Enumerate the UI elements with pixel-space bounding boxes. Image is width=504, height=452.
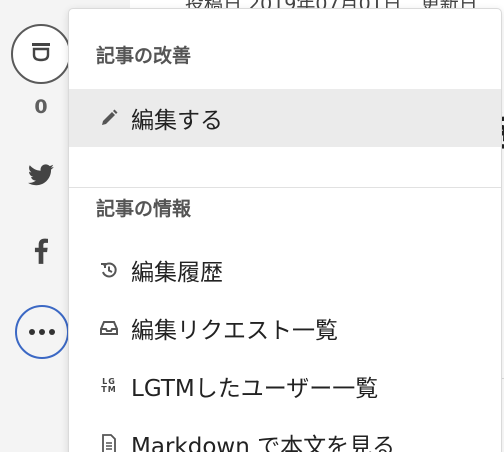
menu-item-label: 編集履歴 [131, 260, 223, 286]
menu-item-edit-requests[interactable]: 編集リクエスト一覧 [69, 299, 501, 357]
twitter-share-button[interactable] [26, 163, 56, 193]
more-icon-dot [29, 329, 35, 335]
menu-item-edit[interactable]: 編集する [69, 89, 501, 147]
facebook-icon [34, 238, 48, 268]
facebook-share-button[interactable] [26, 238, 56, 268]
stock-button[interactable] [11, 24, 71, 84]
menu-item-edit-history[interactable]: 編集履歴 [69, 241, 501, 299]
menu-item-label: LGTMしたユーザー一覧 [131, 376, 379, 402]
menu-item-label: 編集する [131, 108, 223, 134]
menu-item-label: 編集リクエスト一覧 [131, 318, 338, 344]
menu-item-lgtm-users[interactable]: LG TM LGTMしたユーザー一覧 [69, 357, 501, 415]
stock-icon [30, 41, 52, 67]
more-icon-dot [39, 329, 45, 335]
menu-item-label: Markdown で本文を見る [131, 434, 396, 452]
lgtm-icon: LG TM [101, 377, 117, 394]
article-actions-menu: 記事の改善 編集する 記事の情報 編集履歴 編集リクエスト一覧 LG TM LG… [68, 8, 502, 452]
twitter-icon [27, 164, 55, 192]
menu-divider [69, 187, 501, 188]
history-icon [97, 258, 121, 282]
pencil-icon [97, 106, 121, 130]
section-heading-improve: 記事の改善 [96, 45, 192, 67]
document-icon [97, 432, 121, 452]
inbox-icon [97, 316, 121, 340]
more-icon-dot [49, 329, 55, 335]
section-heading-info: 記事の情報 [96, 198, 192, 220]
more-actions-button[interactable] [15, 305, 69, 359]
menu-item-view-markdown[interactable]: Markdown で本文を見る [69, 415, 501, 452]
